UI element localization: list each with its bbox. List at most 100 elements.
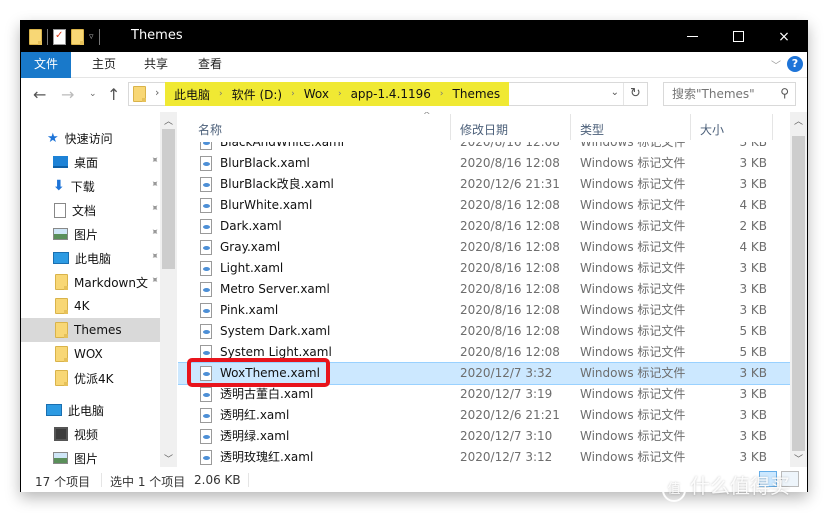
breadcrumb: 此电脑 › 软件 (D:) › Wox › app-1.4.1196 › The…: [165, 82, 510, 106]
help-icon[interactable]: ?: [787, 56, 803, 72]
nav-viewsonic-4k-folder[interactable]: 优派4K: [21, 366, 160, 390]
file-row[interactable]: Gray.xaml 2020/8/16 12:08 Windows 标记文件 4 KB: [178, 237, 790, 258]
pin-icon[interactable]: ✦: [147, 202, 161, 216]
document-icon: [54, 202, 66, 218]
pin-icon[interactable]: ✦: [147, 154, 161, 168]
breadcrumb-chevron-icon[interactable]: ›: [155, 86, 159, 99]
pin-icon[interactable]: ✦: [147, 250, 161, 264]
file-size: 3 KB: [739, 387, 767, 401]
nav-quick-access[interactable]: ★ 快速访问: [21, 126, 160, 150]
nav-desktop[interactable]: 桌面 ✦: [21, 150, 161, 174]
column-divider[interactable]: [450, 114, 451, 140]
file-name: 透明绿.xaml: [220, 429, 290, 443]
nav-this-pc-pinned[interactable]: 此电脑 ✦: [21, 246, 161, 270]
search-box[interactable]: ⚲: [663, 82, 796, 106]
nav-pictures[interactable]: 图片 ✦: [21, 222, 161, 246]
file-row[interactable]: System Dark.xaml 2020/8/16 12:08 Windows 标…: [178, 321, 790, 342]
breadcrumb-drive-d[interactable]: 软件 (D:): [229, 86, 285, 103]
column-divider[interactable]: [570, 114, 571, 140]
scroll-down-icon[interactable]: ﹀: [790, 452, 807, 465]
nav-4k-folder[interactable]: 4K: [21, 294, 160, 318]
tab-share[interactable]: 共享: [139, 52, 173, 78]
search-icon[interactable]: ⚲: [780, 86, 789, 100]
breadcrumb-this-pc[interactable]: 此电脑: [171, 86, 213, 103]
minimize-button[interactable]: [669, 21, 715, 52]
column-divider[interactable]: [772, 114, 773, 140]
file-list: ^ 名称 修改日期 类型 大小 BlackAndWhite.xaml 2020/8…: [178, 112, 790, 467]
nav-this-pc[interactable]: 此电脑: [21, 398, 160, 422]
file-row[interactable]: 透明绿.xaml 2020/12/7 3:10 Windows 标记文件 3 KB: [178, 426, 790, 447]
column-header-name[interactable]: 名称: [198, 121, 222, 138]
file-row[interactable]: 透明玫瑰红.xaml 2020/12/7 3:12 Windows 标记文件 3 KB: [178, 447, 790, 467]
search-input[interactable]: [672, 87, 772, 101]
file-row[interactable]: Metro Server.xaml 2020/8/16 12:08 Windows …: [178, 279, 790, 300]
tab-home[interactable]: 主页: [87, 52, 121, 78]
nav-item-label: 此电脑: [68, 403, 105, 418]
breadcrumb-separator[interactable]: ›: [285, 89, 301, 99]
file-list-scrollbar[interactable]: ︿ ﹀: [790, 112, 807, 467]
file-type: Windows 标记文件: [580, 240, 686, 254]
navigation-bar: ← → ⌄ ↑ › 此电脑 › 软件 (D:) › Wox › app-1.4.…: [21, 79, 807, 111]
file-date: 2020/12/7 3:10: [460, 429, 553, 443]
xaml-file-icon: [200, 429, 212, 444]
nav-documents[interactable]: 文档 ✦: [21, 198, 161, 222]
nav-wox-folder[interactable]: WOX: [21, 342, 160, 366]
file-row[interactable]: Light.xaml 2020/8/16 12:08 Windows 标记文件 3 K…: [178, 258, 790, 279]
new-folder-icon[interactable]: [71, 29, 84, 45]
navigation-pane-scrollbar[interactable]: ︿ ﹀: [160, 112, 177, 467]
file-row[interactable]: 透明古董白.xaml 2020/12/7 3:19 Windows 标记文件 3 KB: [178, 384, 790, 405]
file-row[interactable]: BlurBlack.xaml 2020/8/16 12:08 Windows 标记文…: [178, 153, 790, 174]
scroll-up-icon[interactable]: ︿: [160, 114, 177, 127]
column-header-date[interactable]: 修改日期: [460, 121, 508, 138]
xaml-file-icon: [200, 219, 212, 234]
xaml-file-icon: [200, 177, 212, 192]
refresh-button[interactable]: ↻: [623, 83, 647, 105]
breadcrumb-separator[interactable]: ›: [332, 89, 348, 99]
nav-downloads[interactable]: ⬇ 下载 ✦: [21, 174, 161, 198]
breadcrumb-themes[interactable]: Themes: [450, 87, 504, 101]
breadcrumb-app-version[interactable]: app-1.4.1196: [348, 87, 434, 101]
breadcrumb-separator[interactable]: ›: [213, 89, 229, 99]
file-row[interactable]: BlurWhite.xaml 2020/8/16 12:08 Windows 标记文…: [178, 195, 790, 216]
column-header-type[interactable]: 类型: [580, 121, 604, 138]
pin-icon[interactable]: ✦: [147, 178, 161, 192]
scrollbar-thumb[interactable]: [162, 129, 175, 269]
tab-file[interactable]: 文件: [21, 52, 71, 78]
watermark-text: 什么值得买: [690, 474, 790, 498]
column-divider[interactable]: [690, 114, 691, 140]
nav-themes-folder[interactable]: Themes: [21, 318, 160, 342]
nav-videos[interactable]: 视频: [21, 422, 160, 446]
file-row[interactable]: 透明红.xaml 2020/12/6 21:21 Windows 标记文件 3 KB: [178, 405, 790, 426]
file-row[interactable]: Dark.xaml 2020/8/16 12:08 Windows 标记文件 2 KB: [178, 216, 790, 237]
close-button[interactable]: ×: [761, 21, 807, 52]
properties-icon[interactable]: [53, 29, 66, 45]
xaml-file-icon: [200, 387, 212, 402]
file-size: 5 KB: [739, 345, 767, 359]
tab-view[interactable]: 查看: [193, 52, 227, 78]
nav-pictures-pc[interactable]: 图片: [21, 446, 160, 467]
breadcrumb-separator[interactable]: ›: [434, 89, 450, 99]
pin-icon[interactable]: ✦: [147, 226, 161, 240]
selection-count: 选中 1 个项目: [110, 475, 186, 489]
scroll-up-icon[interactable]: ︿: [790, 114, 807, 127]
address-history-dropdown-icon[interactable]: ⌄: [611, 87, 619, 98]
maximize-button[interactable]: [715, 21, 761, 52]
file-size: 3 KB: [739, 177, 767, 191]
address-bar[interactable]: › 此电脑 › 软件 (D:) › Wox › app-1.4.1196 › T…: [128, 82, 648, 106]
forward-button[interactable]: →: [61, 85, 74, 104]
file-row[interactable]: Pink.xaml 2020/8/16 12:08 Windows 标记文件 3 KB: [178, 300, 790, 321]
column-header-size[interactable]: 大小: [700, 121, 724, 138]
file-row[interactable]: BlurBlack改良.xaml 2020/12/6 21:31 Windows 标…: [178, 174, 790, 195]
up-button[interactable]: ↑: [107, 85, 120, 104]
file-type: Windows 标记文件: [580, 177, 686, 191]
column-headers: ^ 名称 修改日期 类型 大小: [178, 112, 790, 142]
breadcrumb-wox[interactable]: Wox: [301, 87, 332, 101]
expand-ribbon-icon[interactable]: ﹀: [771, 57, 781, 72]
scrollbar-thumb[interactable]: [792, 136, 805, 451]
recent-locations-chevron-icon[interactable]: ⌄: [89, 89, 97, 99]
customize-toolbar-dropdown[interactable]: ▿: [89, 32, 94, 42]
scroll-down-icon[interactable]: ﹀: [160, 452, 177, 465]
back-button[interactable]: ←: [33, 85, 46, 104]
nav-markdown-folder[interactable]: Markdown文 ✦: [21, 270, 161, 294]
pin-icon[interactable]: ✦: [147, 274, 161, 288]
